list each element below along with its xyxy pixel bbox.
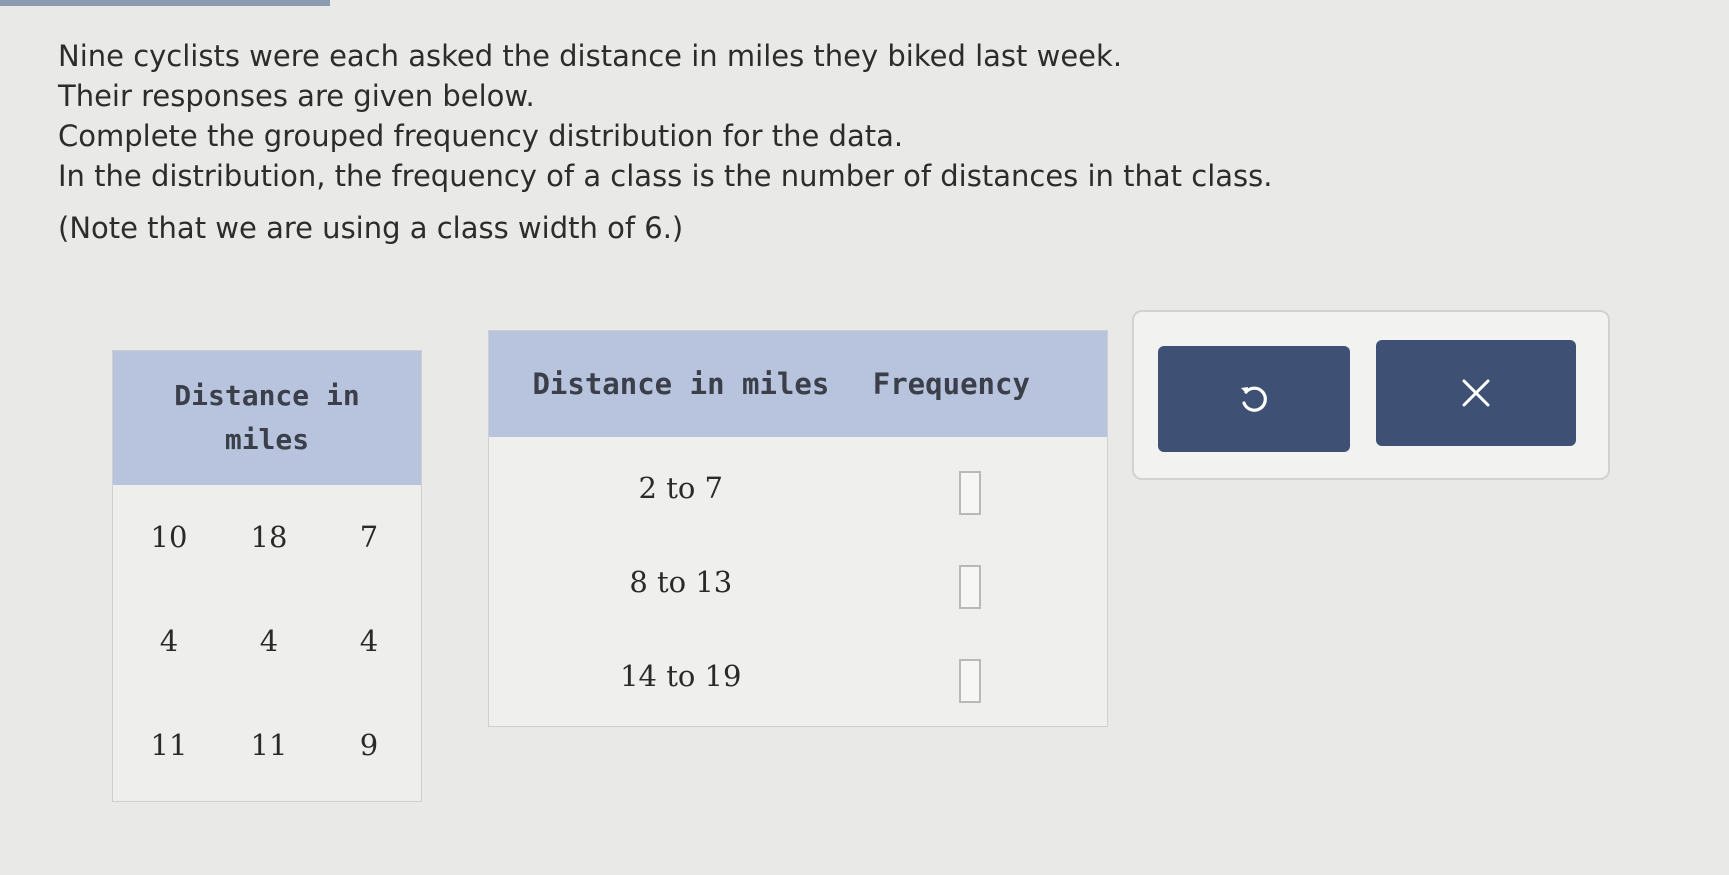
class-width-note: (Note that we are using a class width of…: [58, 211, 684, 245]
raw-data-grid: 10 18 7 4 4 4 11 11 9: [113, 485, 421, 797]
raw-data-header-line-2: miles: [224, 423, 310, 456]
data-value: 18: [250, 520, 288, 554]
raw-data-table: Distance in miles 10 18 7 4 4 4 11 11 9: [112, 350, 422, 802]
instruction-line-1: Nine cyclists were each asked the distan…: [58, 39, 1123, 73]
raw-data-header: Distance in miles: [113, 351, 421, 485]
instruction-line-4: In the distribution, the frequency of a …: [58, 159, 1273, 193]
frequency-row: 14 to 19: [489, 625, 1107, 719]
data-value: 11: [250, 728, 288, 762]
frequency-column-header: Frequency: [872, 367, 1030, 401]
frequency-distribution-table: Distance in miles Frequency 2 to 7 8 to …: [488, 330, 1108, 727]
data-value: 7: [359, 520, 379, 554]
close-icon: [1460, 377, 1492, 409]
frequency-answer-cell: [873, 547, 1107, 609]
frequency-row: 2 to 7: [489, 437, 1107, 531]
frequency-input[interactable]: [958, 471, 981, 515]
class-range: 14 to 19: [620, 659, 742, 693]
clear-button[interactable]: [1376, 340, 1576, 446]
distance-column-header: Distance in miles: [532, 367, 830, 401]
raw-data-header-line-1: Distance in: [174, 379, 360, 412]
frequency-answer-cell: [873, 453, 1107, 515]
top-accent-bar: [0, 0, 330, 6]
frequency-input[interactable]: [958, 659, 981, 703]
data-value: 4: [159, 624, 179, 658]
data-value: 10: [150, 520, 188, 554]
data-value: 4: [359, 624, 379, 658]
answer-tools-panel: [1132, 310, 1610, 480]
instruction-line-3: Complete the grouped frequency distribut…: [58, 119, 904, 153]
class-range: 2 to 7: [638, 471, 723, 505]
data-value: 9: [359, 728, 379, 762]
data-value: 11: [150, 728, 188, 762]
data-value: 4: [259, 624, 279, 658]
problem-instructions: Nine cyclists were each asked the distan…: [58, 36, 1658, 248]
undo-button[interactable]: [1158, 346, 1350, 452]
undo-icon: [1237, 382, 1271, 416]
frequency-table-header: Distance in miles Frequency: [489, 331, 1107, 437]
frequency-answer-cell: [873, 641, 1107, 703]
frequency-row: 8 to 13: [489, 531, 1107, 625]
class-range: 8 to 13: [629, 565, 733, 599]
instruction-line-2: Their responses are given below.: [58, 79, 535, 113]
frequency-input[interactable]: [958, 565, 981, 609]
